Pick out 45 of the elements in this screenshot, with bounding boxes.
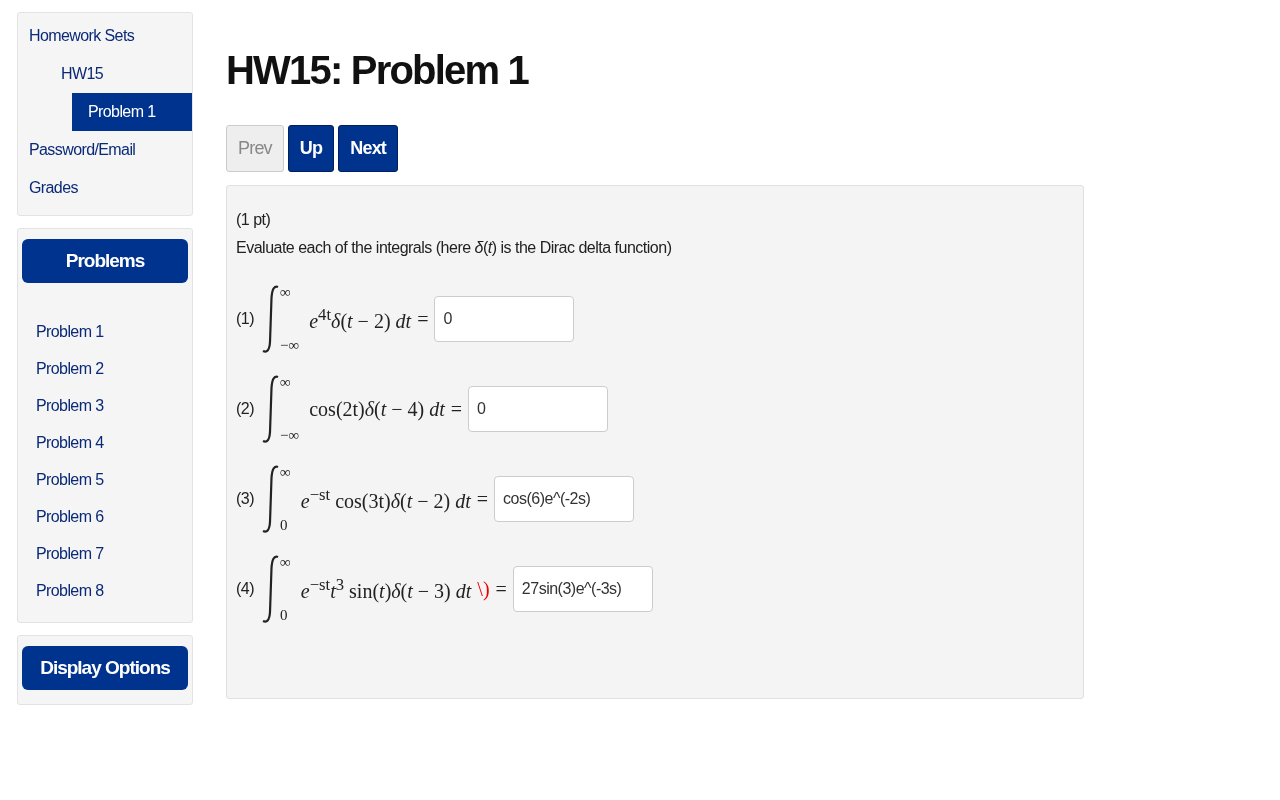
- problem-link[interactable]: Problem 6: [18, 499, 192, 536]
- lower-limit: −∞: [280, 337, 300, 354]
- answer-field[interactable]: 0: [468, 386, 609, 432]
- integrand: cos(2t)δ(t − 4) dt: [309, 397, 445, 421]
- answer-field[interactable]: cos(6)e^(-2s): [494, 476, 635, 522]
- answer-field[interactable]: 0: [434, 296, 575, 342]
- integrand: e$^{−st}$ cos(3t)δ(t − 2) dt: [300, 485, 471, 513]
- upper-limit: ∞: [280, 464, 291, 481]
- problem-prompt: Evaluate each of the integrals (here δ(t) is the Dirac delta function): [236, 239, 673, 257]
- nav-link[interactable]: Grades: [18, 169, 192, 207]
- lower-limit: 0: [280, 607, 289, 624]
- problem-link[interactable]: Problem 7: [18, 536, 192, 573]
- integrand: e$^{−st}$t$^{3}$ sin(t)δ(t − 3) dt: [300, 575, 472, 603]
- equals-sign: =: [450, 397, 463, 421]
- page-title: HW15: Problem 1: [226, 48, 530, 93]
- problem-link[interactable]: Problem 5: [18, 462, 192, 499]
- problem-link[interactable]: Problem 3: [18, 388, 192, 425]
- part-number: (2): [236, 400, 255, 418]
- nav-link[interactable]: Password/Email: [18, 131, 192, 169]
- part-number: (3): [236, 490, 255, 508]
- part-number: (1): [236, 310, 255, 328]
- upper-limit: ∞: [280, 554, 291, 571]
- upper-limit: ∞: [280, 374, 292, 391]
- upper-limit: ∞: [280, 284, 292, 301]
- lower-limit: −∞: [280, 427, 300, 444]
- problem-link[interactable]: Problem 1: [18, 314, 192, 351]
- nav-link[interactable]: Problem 1: [72, 93, 192, 131]
- nav-link[interactable]: HW15: [45, 55, 165, 93]
- lower-limit: 0: [280, 517, 289, 534]
- problems-button[interactable]: Problems: [22, 239, 188, 283]
- part-number: (4): [236, 580, 255, 598]
- error-mark: \): [477, 577, 490, 601]
- nav-link[interactable]: Homework Sets: [18, 17, 192, 55]
- equals-sign: =: [495, 577, 507, 601]
- problem-link[interactable]: Problem 4: [18, 425, 192, 462]
- problem-link[interactable]: Problem 8: [18, 573, 192, 610]
- points-text: (1 pt): [236, 211, 272, 229]
- nav-button[interactable]: Next: [338, 125, 399, 172]
- answer-field[interactable]: 27sin(3)e^(-3s): [512, 566, 653, 612]
- problem-link[interactable]: Problem 2: [18, 351, 192, 388]
- display-options-button[interactable]: Display Options: [22, 646, 188, 690]
- integrand: e$^{4t}$δ(t − 2) dt: [309, 305, 412, 333]
- equals-sign: =: [476, 487, 489, 511]
- nav-button[interactable]: Up: [287, 125, 335, 172]
- equals-sign: =: [417, 307, 429, 331]
